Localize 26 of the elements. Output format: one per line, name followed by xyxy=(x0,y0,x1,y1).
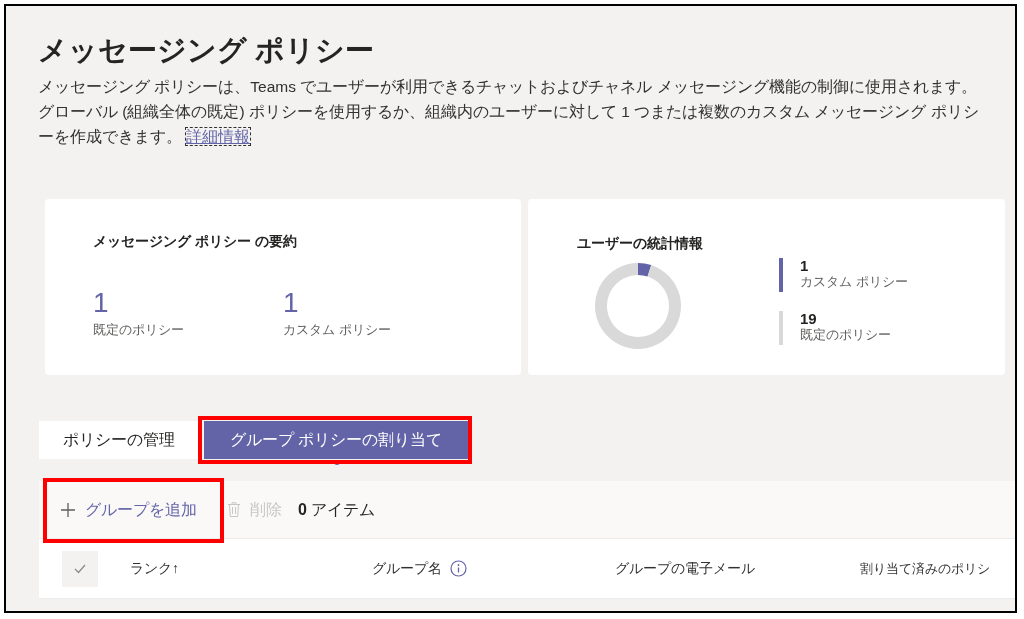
description-text: メッセージング ポリシーは、Teams でユーザーが利用できるチャットおよびチャネル メッセージング機能の制御に使用されます。グローバル (組織全体の既定) ポリシーを使用するか、組織内のユーザーに対して 1 つまたは複数のカスタム メッセージング ポリシーを作成できます。 詳細情報 xyxy=(38,77,980,147)
select-all-checkbox[interactable] xyxy=(62,550,98,587)
column-header[interactable]: グループ名 xyxy=(372,558,442,579)
learn-more-link[interactable]: 詳細情報 xyxy=(186,128,251,145)
legend-label: カスタム ポリシー xyxy=(800,274,908,290)
column-header[interactable]: 割り当て済みのポリシ xyxy=(860,558,990,579)
column-header[interactable]: ランク↑ xyxy=(130,558,179,579)
legend-label: 既定のポリシー xyxy=(800,327,891,343)
legend-value: 19 xyxy=(800,311,817,327)
stat-label: 既定のポリシー xyxy=(93,321,184,339)
tab[interactable]: グループ ポリシーの割り当て xyxy=(204,421,469,459)
checkmark-icon xyxy=(74,563,86,574)
stat-value: 1 xyxy=(93,286,109,320)
item-count: 0 アイテム xyxy=(298,499,376,520)
column-header[interactable]: グループの電子メール xyxy=(615,558,755,579)
stat-label: カスタム ポリシー xyxy=(283,321,391,339)
add-group-button[interactable]: グループを追加 xyxy=(61,489,197,530)
legend-value: 1 xyxy=(800,258,809,274)
page-title: メッセージング ポリシー xyxy=(38,33,376,68)
tab[interactable]: ポリシーの管理 xyxy=(39,421,199,459)
plus-icon xyxy=(61,502,75,517)
info-icon[interactable] xyxy=(450,560,467,577)
trash-icon xyxy=(228,502,240,517)
card-title: ユーザーの統計情報 xyxy=(577,234,703,253)
stat-value: 1 xyxy=(283,286,299,320)
card-title: メッセージング ポリシー の要約 xyxy=(93,232,297,251)
